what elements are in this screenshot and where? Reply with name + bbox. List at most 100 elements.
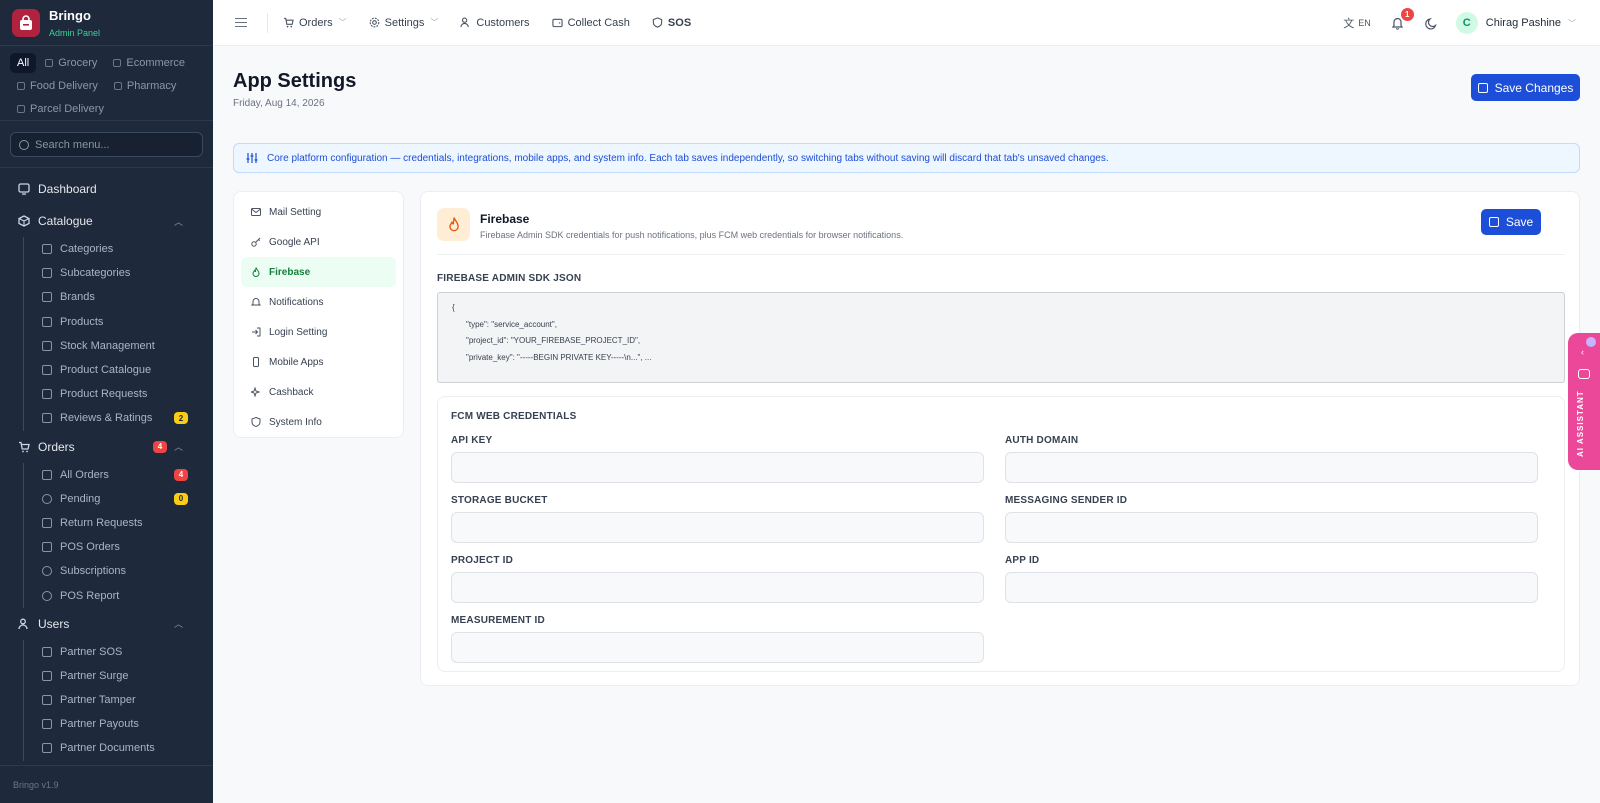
count-badge: 2 [174, 412, 188, 425]
info-banner: Core platform configuration — credential… [233, 143, 1580, 173]
count-badge: 0 [174, 492, 188, 505]
notification-badge: 1 [1400, 8, 1414, 21]
document-icon [42, 743, 52, 754]
pill-icon [113, 82, 122, 90]
sidebar-item-all-orders[interactable]: All Orders 4 [24, 463, 213, 487]
panel-description: Firebase Admin SDK credentials for push … [480, 230, 904, 240]
tab-system-info[interactable]: System Info [241, 407, 396, 437]
sidebar-item-product-catalogue[interactable]: Product Catalogue [24, 358, 213, 382]
sidebar-group-orders[interactable]: Orders 4 ︿ [0, 431, 213, 463]
auth-domain-input[interactable] [1005, 452, 1538, 483]
sidebar-item-partner-sos[interactable]: Partner SOS [24, 640, 213, 664]
translate-icon: 文 [1343, 18, 1355, 30]
save-button[interactable]: Save [1481, 209, 1541, 235]
tab-firebase[interactable]: Firebase [241, 257, 396, 287]
project-id-input[interactable] [451, 572, 984, 603]
app-id-input[interactable] [1005, 572, 1538, 603]
search-icon [19, 139, 29, 150]
tab-cashback[interactable]: Cashback [241, 377, 396, 407]
storage-bucket-input[interactable] [451, 512, 984, 543]
box-icon [17, 215, 30, 228]
sidebar-item-partner-surge[interactable]: Partner Surge [24, 664, 213, 688]
sidebar-item-partner-tamper[interactable]: Partner Tamper [24, 688, 213, 712]
flame-icon [251, 267, 261, 277]
tab-mobile-apps[interactable]: Mobile Apps [241, 347, 396, 377]
pos-icon [42, 542, 52, 553]
language-switcher[interactable]: 文 EN [1343, 15, 1371, 31]
sidebar-group-catalogue[interactable]: Catalogue ︿ [0, 205, 213, 237]
ai-assistant-label: AI ASSISTANT [1576, 390, 1585, 457]
search-input[interactable]: Search menu... [10, 132, 203, 157]
box-icon [42, 316, 52, 327]
payout-icon [42, 719, 52, 730]
star-icon [42, 413, 52, 424]
sidebar-item-partner-payouts[interactable]: Partner Payouts [24, 712, 213, 736]
page-title: App Settings [233, 70, 357, 92]
save-changes-button[interactable]: Save Changes [1471, 74, 1580, 101]
tab-notifications[interactable]: Notifications [241, 287, 396, 317]
chevron-up-icon: ︿ [173, 619, 183, 630]
tab-login-setting[interactable]: Login Setting [241, 317, 396, 347]
module-chip-grocery[interactable]: Grocery [38, 53, 104, 73]
panel-title: Firebase [480, 212, 530, 226]
food-icon [17, 82, 25, 90]
measurement-id-input[interactable] [451, 632, 984, 663]
module-chip-all[interactable]: All [10, 53, 37, 73]
cart-icon [17, 440, 30, 453]
sidebar-item-stock-management[interactable]: Stock Management [24, 334, 213, 358]
module-chip-ecommerce[interactable]: Ecommerce [106, 53, 192, 73]
module-chip-food-delivery[interactable]: Food Delivery [10, 76, 105, 96]
sidebar-item-pending[interactable]: Pending 0 [24, 487, 213, 511]
user-menu[interactable]: C Chirag Pashine ﹀ [1455, 12, 1576, 34]
users-submenu: Partner SOS Partner Surge Partner Tamper… [23, 639, 213, 761]
sliders-icon [246, 152, 258, 164]
sparkle-icon [251, 387, 261, 397]
module-filter: All Grocery Ecommerce Food Delivery Phar… [0, 46, 213, 121]
sidebar-item-products[interactable]: Products [24, 310, 213, 334]
page-date: Friday, Aug 14, 2026 [233, 98, 325, 109]
store-icon [45, 59, 54, 67]
topnav-customers[interactable]: Customers [460, 17, 530, 29]
messaging-sender-id-input[interactable] [1005, 512, 1538, 543]
topnav-collect-cash[interactable]: Collect Cash [551, 17, 630, 29]
sidebar-item-product-requests[interactable]: Product Requests [24, 382, 213, 406]
sidebar-item-dashboard[interactable]: Dashboard [0, 173, 213, 205]
brand-subtitle: Admin Panel [49, 27, 101, 38]
chevron-up-icon: ︿ [173, 216, 183, 227]
menu-icon[interactable] [235, 15, 247, 30]
notifications-button[interactable]: 1 [1391, 8, 1414, 30]
cart-icon [42, 469, 52, 480]
sidebar-item-subcategories[interactable]: Subcategories [24, 261, 213, 285]
module-chip-parcel-delivery[interactable]: Parcel Delivery [10, 99, 111, 119]
sidebar-item-reviews-ratings[interactable]: Reviews & Ratings 2 [24, 406, 213, 430]
save-icon [1488, 217, 1499, 227]
ai-assistant-button[interactable]: ‹ AI ASSISTANT [1568, 333, 1600, 470]
sidebar-item-pos-orders[interactable]: POS Orders [24, 535, 213, 559]
sidebar-item-return-requests[interactable]: Return Requests [24, 511, 213, 535]
avatar: C [1455, 12, 1478, 34]
chevron-left-icon: ‹ [1581, 347, 1584, 357]
users-icon [17, 617, 30, 630]
theme-toggle[interactable] [1424, 17, 1438, 30]
search-placeholder: Search menu... [35, 138, 110, 151]
sidebar-item-partner-documents[interactable]: Partner Documents [24, 736, 213, 760]
admin-sdk-json-textarea[interactable]: { "type": "service_account", "project_id… [437, 292, 1565, 383]
sidebar-item-categories[interactable]: Categories [24, 237, 213, 261]
topnav-sos[interactable]: SOS [652, 17, 691, 29]
version-label: Bringo v1.9 [0, 765, 213, 803]
sidebar-item-subscriptions[interactable]: Subscriptions [24, 559, 213, 583]
sidebar-group-users[interactable]: Users ︿ [0, 608, 213, 640]
chevron-down-icon: ﹀ [1568, 18, 1576, 28]
sidebar-item-pos-report[interactable]: POS Report [24, 583, 213, 607]
catalogue-submenu: Categories Subcategories Brands Products… [23, 237, 213, 431]
list-check-icon [42, 268, 52, 279]
tab-mail-setting[interactable]: Mail Setting [241, 197, 396, 227]
module-chip-pharmacy[interactable]: Pharmacy [107, 76, 184, 96]
topnav-settings[interactable]: Settings ﹀ [369, 17, 438, 29]
tab-google-api[interactable]: Google API [241, 227, 396, 257]
moon-icon [1424, 17, 1437, 29]
sidebar-item-brands[interactable]: Brands [24, 285, 213, 309]
topnav-orders[interactable]: Orders ﹀ [283, 17, 347, 29]
api-key-input[interactable] [451, 452, 984, 483]
grid-icon [42, 244, 52, 255]
